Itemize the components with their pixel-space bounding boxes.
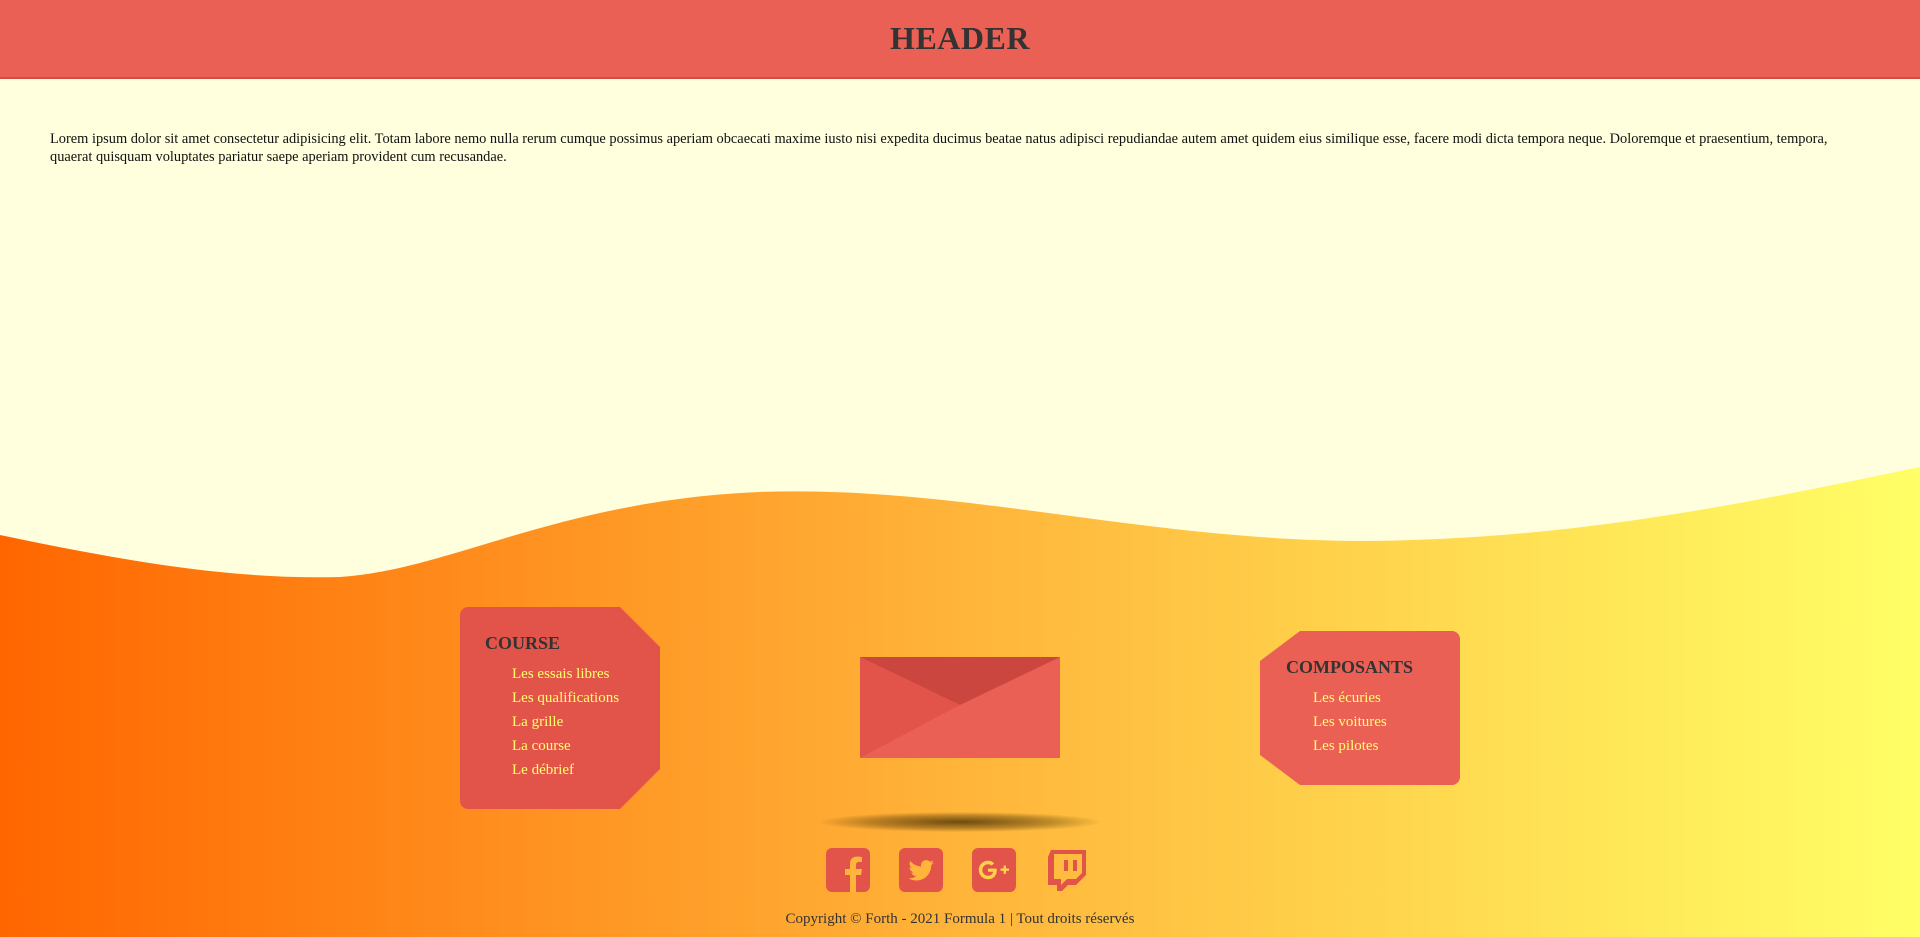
main-text: Lorem ipsum dolor sit amet consectetur a…	[50, 131, 1828, 165]
envelope-icon[interactable]	[860, 657, 1060, 758]
copyright-text: Copyright © Forth - 2021 Formula 1 | Tou…	[785, 911, 1135, 927]
course-link-essais[interactable]: Les essais libres	[512, 666, 609, 682]
course-link-grille[interactable]: La grille	[512, 714, 563, 730]
social-links	[826, 848, 1096, 896]
twitch-icon[interactable]	[1045, 848, 1089, 892]
facebook-icon[interactable]	[826, 848, 870, 892]
course-menu-title: COURSE	[485, 633, 561, 653]
google-plus-icon[interactable]	[972, 848, 1016, 892]
twitter-icon[interactable]	[899, 848, 943, 892]
composants-menu: COMPOSANTS Les écuries Les voitures Les …	[1260, 631, 1460, 785]
composants-link-pilotes[interactable]: Les pilotes	[1313, 738, 1378, 754]
course-link-qualifications[interactable]: Les qualifications	[512, 690, 619, 706]
header-title: HEADER	[890, 20, 1030, 56]
course-link-course[interactable]: La course	[512, 738, 571, 754]
envelope-shadow	[820, 812, 1100, 832]
course-link-debrief[interactable]: Le débrief	[512, 762, 574, 778]
composants-link-voitures[interactable]: Les voitures	[1313, 714, 1387, 730]
composants-menu-title: COMPOSANTS	[1286, 657, 1414, 677]
page-header: HEADER	[0, 0, 1920, 79]
composants-link-ecuries[interactable]: Les écuries	[1313, 690, 1381, 706]
course-menu: COURSE Les essais libres Les qualificati…	[460, 607, 660, 809]
